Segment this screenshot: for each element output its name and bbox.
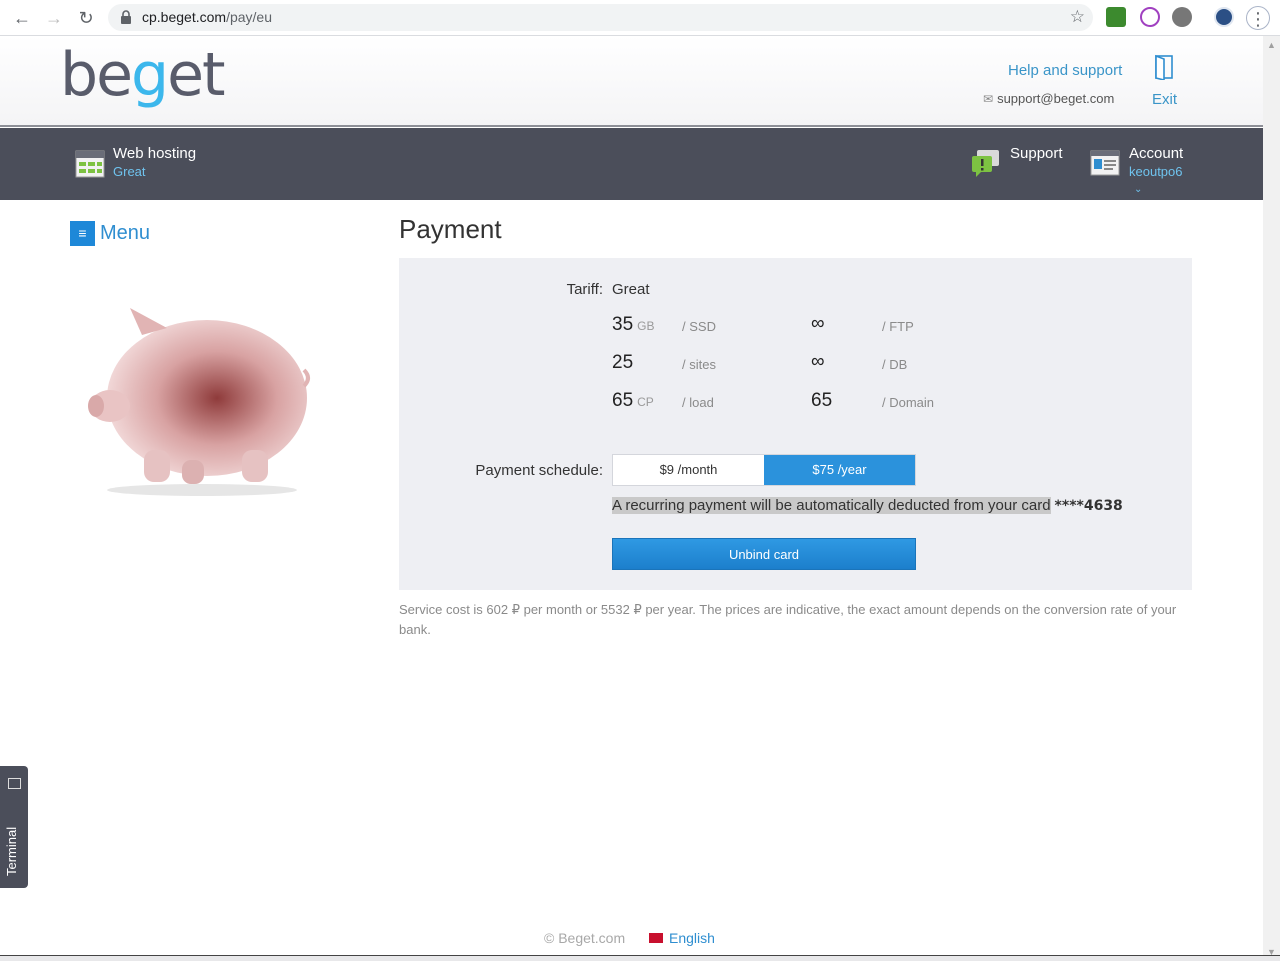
account-username[interactable]: keoutpo6 <box>1129 164 1183 179</box>
extension-tree-icon[interactable] <box>1106 7 1126 27</box>
terminal-icon <box>8 778 21 789</box>
url-text: cp.beget.com/pay/eu <box>142 9 272 25</box>
schedule-yearly-option[interactable]: $75 /year <box>764 455 915 485</box>
schedule-monthly-option[interactable]: $9 /month <box>613 455 764 485</box>
tariff-value: Great <box>612 281 650 298</box>
sites-spec: 25 <box>612 352 634 373</box>
extension-broadcast-icon[interactable] <box>1140 7 1160 27</box>
reload-icon[interactable]: ↻ <box>74 6 98 30</box>
db-spec: ∞ <box>811 351 825 372</box>
lock-icon <box>121 10 131 24</box>
piggy-bank-image <box>88 308 310 496</box>
back-arrow-icon[interactable]: ← <box>10 6 34 30</box>
ssd-spec: 35 GB <box>612 314 655 335</box>
payment-schedule-label: Payment schedule: <box>475 462 603 479</box>
payment-panel: Tariff: Great 35 GB / SSD ∞ / FTP 25 / si… <box>399 258 1192 590</box>
address-bar[interactable]: cp.beget.com/pay/eu ☆ <box>108 4 1093 31</box>
terminal-tab[interactable]: Terminal <box>0 766 28 888</box>
web-hosting-title[interactable]: Web hosting <box>113 145 196 162</box>
tariff-label: Tariff: <box>566 281 603 298</box>
account-nav-item[interactable]: Account <box>1129 145 1183 162</box>
db-label: / DB <box>882 357 908 372</box>
footer-copyright[interactable]: © Beget.com <box>544 930 625 946</box>
bookmark-star-icon[interactable]: ☆ <box>1070 7 1085 27</box>
cp-spec: 65 CP <box>612 390 654 411</box>
bottom-edge <box>0 955 1280 961</box>
scroll-up-icon[interactable]: ▲ <box>1267 40 1276 50</box>
ftp-spec: ∞ <box>811 313 825 334</box>
page-content: ≡ Menu Payment Tariff: Great 35 GB / SSD … <box>32 200 1232 952</box>
menu-button[interactable]: Menu <box>100 222 150 245</box>
language-selector[interactable]: English <box>649 930 715 946</box>
exit-link[interactable]: Exit <box>1152 91 1177 108</box>
payment-schedule-toggle: $9 /month $75 /year <box>612 454 916 486</box>
support-chat-icon <box>972 150 999 177</box>
chevron-down-icon[interactable]: ⌄ <box>1134 184 1142 195</box>
page-title: Payment <box>399 214 502 244</box>
extension-circle-icon[interactable] <box>1172 7 1192 27</box>
account-card-icon <box>1090 150 1120 176</box>
uk-flag-icon <box>649 933 663 943</box>
browser-menu-icon[interactable]: ⋮ <box>1246 6 1270 30</box>
ssd-label: / SSD <box>682 319 716 334</box>
domain-label: / Domain <box>882 395 935 410</box>
terminal-label: Terminal <box>4 826 19 876</box>
beget-logo[interactable]: beget <box>60 40 226 110</box>
page-scrollbar[interactable]: ▲ ▼ <box>1263 36 1280 961</box>
top-nav-bar: Web hosting Great Support Account keoutp… <box>0 128 1263 200</box>
hosting-plan-name[interactable]: Great <box>113 164 146 179</box>
recurring-payment-notice: A recurring payment will be automaticall… <box>612 497 1123 514</box>
browser-toolbar: ← → ↻ cp.beget.com/pay/eu ☆ ⋮ <box>0 0 1280 36</box>
envelope-icon: ✉ <box>983 92 994 106</box>
support-email[interactable]: ✉ support@beget.com <box>983 91 1114 106</box>
service-cost-note: Service cost is 602 ₽ per month or 5532 … <box>399 602 1177 637</box>
site-header: beget Help and support ✉ support@beget.co… <box>0 36 1263 127</box>
card-number: ****4638 <box>1054 498 1123 514</box>
sites-label: / sites <box>682 357 716 372</box>
profile-avatar[interactable] <box>1214 7 1234 27</box>
menu-hamburger-icon[interactable]: ≡ <box>70 221 95 246</box>
web-hosting-icon <box>75 150 105 178</box>
help-and-support-link[interactable]: Help and support <box>1008 62 1122 79</box>
support-nav-item[interactable]: Support <box>1010 145 1063 162</box>
load-label: / load <box>682 395 714 410</box>
ftp-label: / FTP <box>882 319 914 334</box>
unbind-card-button[interactable]: Unbind card <box>612 538 916 570</box>
exit-door-icon[interactable] <box>1154 54 1176 80</box>
domain-spec: 65 <box>811 390 833 411</box>
forward-arrow-icon[interactable]: → <box>42 6 66 30</box>
